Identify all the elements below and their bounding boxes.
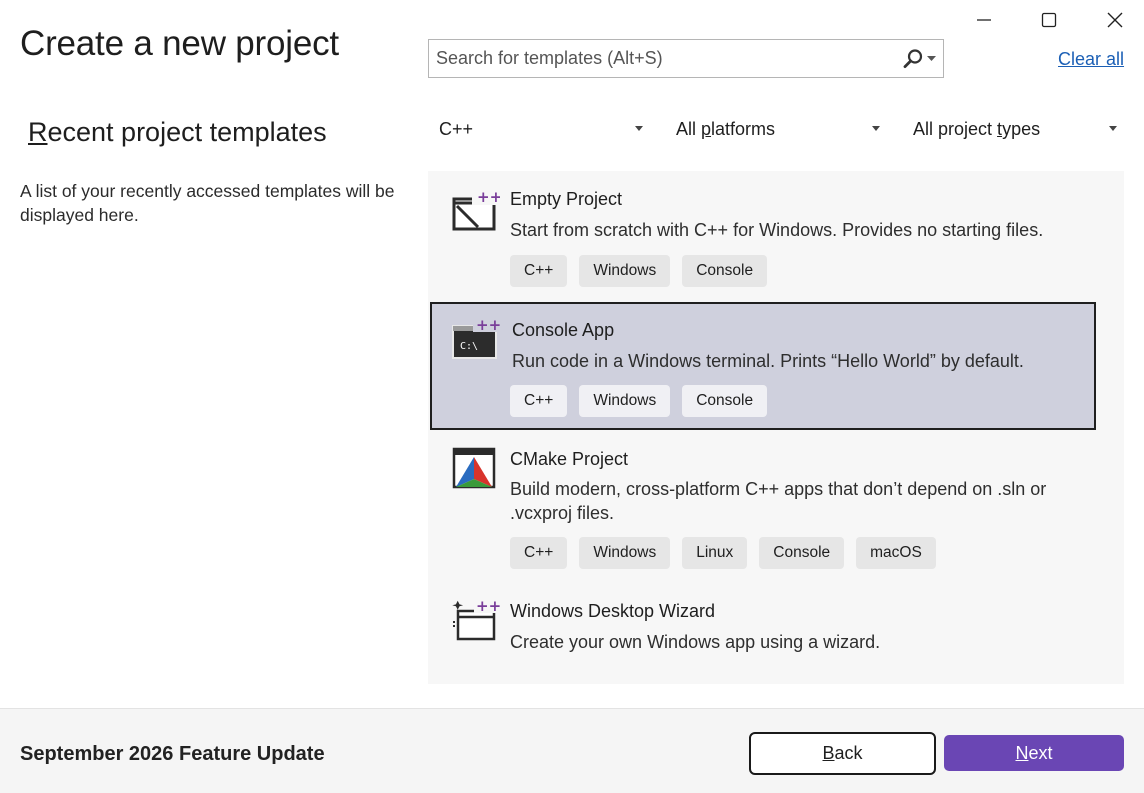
project-type-filter[interactable]: All project types [913,112,1117,146]
empty-project-icon: ++ [452,189,500,231]
maximize-button[interactable] [1027,0,1071,40]
template-name: Windows Desktop Wizard [510,601,716,621]
template-description: Run code in a Windows terminal. Prints “… [512,351,1024,371]
clear-all-link[interactable]: Clear all [1058,49,1124,70]
tag: C++ [510,255,568,287]
tag: Console [682,255,768,287]
template-description: Start from scratch with C++ for Windows.… [510,220,1044,240]
template-list[interactable]: ++ Empty Project Start from scratch with… [428,171,1124,684]
template-tags: C++ Windows Console [510,255,768,287]
minimize-button[interactable] [962,0,1006,40]
svg-text:++: ++ [476,318,500,334]
template-name: Empty Project [510,189,623,209]
back-button[interactable]: Back [749,732,936,775]
template-name: Console App [512,320,615,340]
footer: September 2026 Feature Update Back Next [0,708,1144,793]
chevron-down-icon [1109,126,1117,131]
template-name: CMake Project [510,449,629,469]
recent-templates-description: A list of your recently accessed templat… [20,181,395,225]
feature-update-label: September 2026 Feature Update [20,743,325,765]
tag: Windows [579,255,671,287]
platform-filter[interactable]: All platforms [676,112,880,146]
wizard-icon: ++ [452,599,500,641]
console-app-icon: C:\ ++ [452,318,500,359]
minimize-icon [977,19,991,21]
tag: C++ [510,537,568,569]
close-button[interactable] [1093,0,1137,40]
template-description: Create your own Windows app using a wiza… [510,632,881,652]
tag: Windows [579,385,671,417]
chevron-down-icon [927,55,936,61]
recent-templates-heading: Recent project templates [28,117,327,147]
tag: macOS [856,537,936,569]
cmake-icon [452,447,496,489]
language-filter[interactable]: C++ [439,112,643,146]
svg-text:++: ++ [476,599,500,615]
search-icon [903,48,923,68]
platform-filter-value: All platforms [676,118,776,139]
svg-text:++: ++ [477,189,500,206]
close-icon [1107,12,1123,28]
tag: Linux [682,537,748,569]
language-filter-value: C++ [439,118,474,139]
template-tags: C++ Windows Console [510,385,768,417]
tag: C++ [510,385,568,417]
maximize-icon [1041,12,1057,28]
search-input[interactable] [429,40,895,77]
template-console-app[interactable]: C:\ ++ Console App Run code in a Windows… [430,302,1096,430]
chevron-down-icon [872,126,880,131]
tag: Windows [579,537,671,569]
search-box [428,39,944,78]
svg-text:C:\: C:\ [460,341,478,352]
chevron-down-icon [635,126,643,131]
template-cmake-project[interactable]: CMake Project Build modern, cross-platfo… [430,431,1096,581]
template-windows-desktop-wizard[interactable]: ++ Windows Desktop Wizard Create your ow… [430,583,1096,684]
page-title: Create a new project [20,24,339,63]
tag: Console [759,537,845,569]
search-options-button[interactable] [895,40,943,77]
next-button[interactable]: Next [944,735,1124,771]
template-empty-project[interactable]: ++ Empty Project Start from scratch with… [430,171,1096,301]
template-tags: C++ Windows Linux Console macOS [510,537,936,569]
project-type-filter-value: All project types [913,118,1041,139]
template-description: Build modern, cross-platform C++ apps th… [510,479,1047,523]
tag: Console [682,385,768,417]
